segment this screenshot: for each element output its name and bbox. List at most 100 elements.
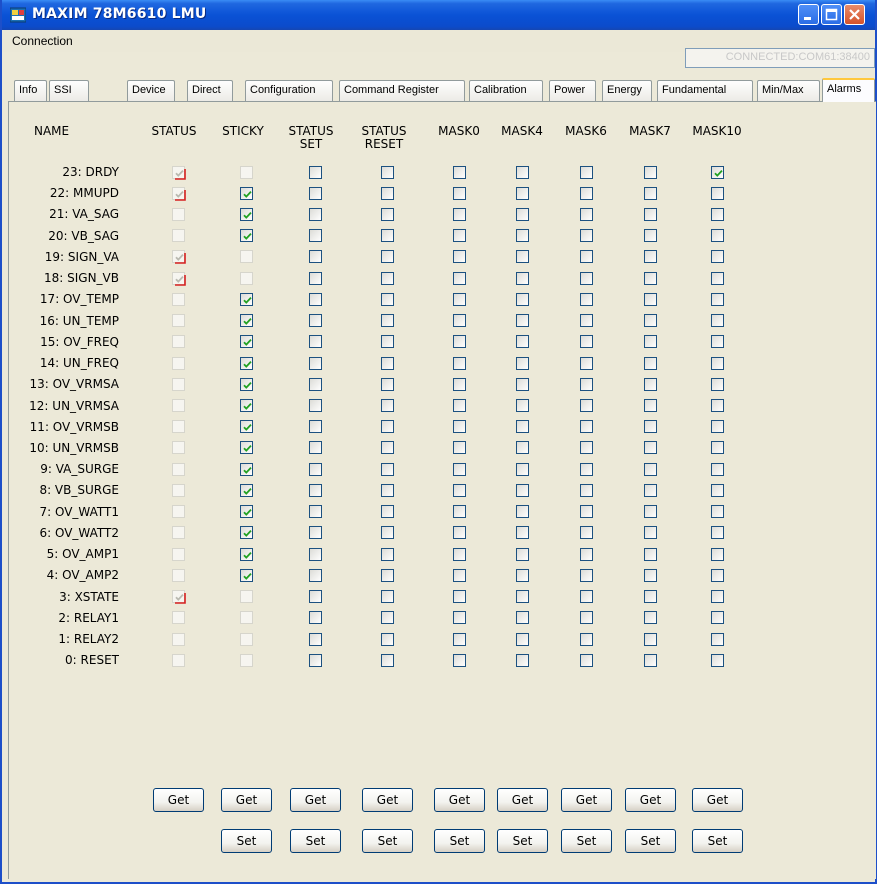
checkbox-mask6[interactable]	[579, 547, 593, 561]
checkbox-mask4[interactable]	[515, 441, 529, 455]
checkbox-status-set[interactable]	[308, 250, 322, 264]
checkbox-mask4[interactable]	[515, 505, 529, 519]
checkbox-status-set[interactable]	[308, 632, 322, 646]
checkbox-status-set[interactable]	[308, 653, 322, 667]
checkbox-mask4[interactable]	[515, 420, 529, 434]
checkbox-mask0[interactable]	[452, 526, 466, 540]
get-button-status-set[interactable]: Get	[290, 788, 341, 812]
checkbox-status-set[interactable]	[308, 505, 322, 519]
checkbox-sticky[interactable]	[239, 462, 253, 476]
set-button-mask0[interactable]: Set	[434, 829, 485, 853]
checkbox-mask4[interactable]	[515, 250, 529, 264]
checkbox-mask0[interactable]	[452, 590, 466, 604]
checkbox-mask6[interactable]	[579, 483, 593, 497]
tab-info[interactable]: Info	[14, 80, 47, 101]
get-button-status-reset[interactable]: Get	[362, 788, 413, 812]
checkbox-mask4[interactable]	[515, 653, 529, 667]
checkbox-mask0[interactable]	[452, 165, 466, 179]
checkbox-mask10[interactable]	[710, 611, 724, 625]
checkbox-mask0[interactable]	[452, 186, 466, 200]
checkbox-status-reset[interactable]	[380, 632, 394, 646]
tab-calibration[interactable]: Calibration	[469, 80, 543, 101]
checkbox-sticky[interactable]	[239, 186, 253, 200]
checkbox-mask10[interactable]	[710, 505, 724, 519]
checkbox-status-set[interactable]	[308, 547, 322, 561]
checkbox-mask6[interactable]	[579, 165, 593, 179]
checkbox-sticky[interactable]	[239, 505, 253, 519]
checkbox-mask6[interactable]	[579, 420, 593, 434]
checkbox-mask0[interactable]	[452, 292, 466, 306]
tab-energy[interactable]: Energy	[602, 80, 652, 101]
checkbox-status-set[interactable]	[308, 462, 322, 476]
checkbox-mask6[interactable]	[579, 314, 593, 328]
checkbox-mask0[interactable]	[452, 250, 466, 264]
checkbox-mask10[interactable]	[710, 483, 724, 497]
checkbox-mask6[interactable]	[579, 250, 593, 264]
checkbox-mask4[interactable]	[515, 568, 529, 582]
checkbox-sticky[interactable]	[239, 314, 253, 328]
get-button-mask7[interactable]: Get	[625, 788, 676, 812]
checkbox-mask0[interactable]	[452, 483, 466, 497]
checkbox-status-reset[interactable]	[380, 611, 394, 625]
set-button-status-reset[interactable]: Set	[362, 829, 413, 853]
checkbox-mask0[interactable]	[452, 462, 466, 476]
checkbox-status-set[interactable]	[308, 356, 322, 370]
checkbox-mask7[interactable]	[643, 547, 657, 561]
get-button-mask0[interactable]: Get	[434, 788, 485, 812]
checkbox-status-reset[interactable]	[380, 207, 394, 221]
tab-power[interactable]: Power	[549, 80, 596, 101]
checkbox-sticky[interactable]	[239, 526, 253, 540]
checkbox-status-reset[interactable]	[380, 335, 394, 349]
checkbox-mask6[interactable]	[579, 653, 593, 667]
checkbox-mask4[interactable]	[515, 271, 529, 285]
checkbox-mask7[interactable]	[643, 483, 657, 497]
checkbox-status-reset[interactable]	[380, 292, 394, 306]
checkbox-mask4[interactable]	[515, 632, 529, 646]
checkbox-mask4[interactable]	[515, 186, 529, 200]
checkbox-mask4[interactable]	[515, 165, 529, 179]
checkbox-mask6[interactable]	[579, 186, 593, 200]
checkbox-status-reset[interactable]	[380, 505, 394, 519]
tab-ssi[interactable]: SSI	[49, 80, 89, 101]
checkbox-status-set[interactable]	[308, 186, 322, 200]
checkbox-status-reset[interactable]	[380, 590, 394, 604]
checkbox-mask10[interactable]	[710, 632, 724, 646]
checkbox-mask6[interactable]	[579, 207, 593, 221]
checkbox-sticky[interactable]	[239, 356, 253, 370]
checkbox-status-set[interactable]	[308, 420, 322, 434]
checkbox-mask7[interactable]	[643, 165, 657, 179]
checkbox-mask7[interactable]	[643, 462, 657, 476]
tab-direct[interactable]: Direct	[187, 80, 233, 101]
checkbox-mask0[interactable]	[452, 314, 466, 328]
checkbox-mask7[interactable]	[643, 399, 657, 413]
checkbox-status-reset[interactable]	[380, 526, 394, 540]
checkbox-mask10[interactable]	[710, 568, 724, 582]
checkbox-status-reset[interactable]	[380, 356, 394, 370]
tab-min-max[interactable]: Min/Max	[757, 80, 820, 101]
checkbox-mask7[interactable]	[643, 526, 657, 540]
get-button-mask10[interactable]: Get	[692, 788, 743, 812]
checkbox-sticky[interactable]	[239, 165, 253, 179]
checkbox-sticky[interactable]	[239, 292, 253, 306]
checkbox-sticky[interactable]	[239, 229, 253, 243]
checkbox-sticky[interactable]	[239, 611, 253, 625]
checkbox-status-reset[interactable]	[380, 229, 394, 243]
checkbox-mask7[interactable]	[643, 505, 657, 519]
checkbox-sticky[interactable]	[239, 377, 253, 391]
checkbox-mask7[interactable]	[643, 292, 657, 306]
checkbox-mask6[interactable]	[579, 590, 593, 604]
checkbox-mask0[interactable]	[452, 420, 466, 434]
checkbox-sticky[interactable]	[239, 250, 253, 264]
checkbox-mask10[interactable]	[710, 292, 724, 306]
checkbox-mask7[interactable]	[643, 377, 657, 391]
checkbox-mask0[interactable]	[452, 377, 466, 391]
checkbox-mask7[interactable]	[643, 229, 657, 243]
checkbox-status-reset[interactable]	[380, 314, 394, 328]
checkbox-sticky[interactable]	[239, 590, 253, 604]
checkbox-status-reset[interactable]	[380, 420, 394, 434]
checkbox-mask6[interactable]	[579, 356, 593, 370]
get-button-mask4[interactable]: Get	[497, 788, 548, 812]
checkbox-status-set[interactable]	[308, 271, 322, 285]
checkbox-status-set[interactable]	[308, 441, 322, 455]
checkbox-mask10[interactable]	[710, 314, 724, 328]
